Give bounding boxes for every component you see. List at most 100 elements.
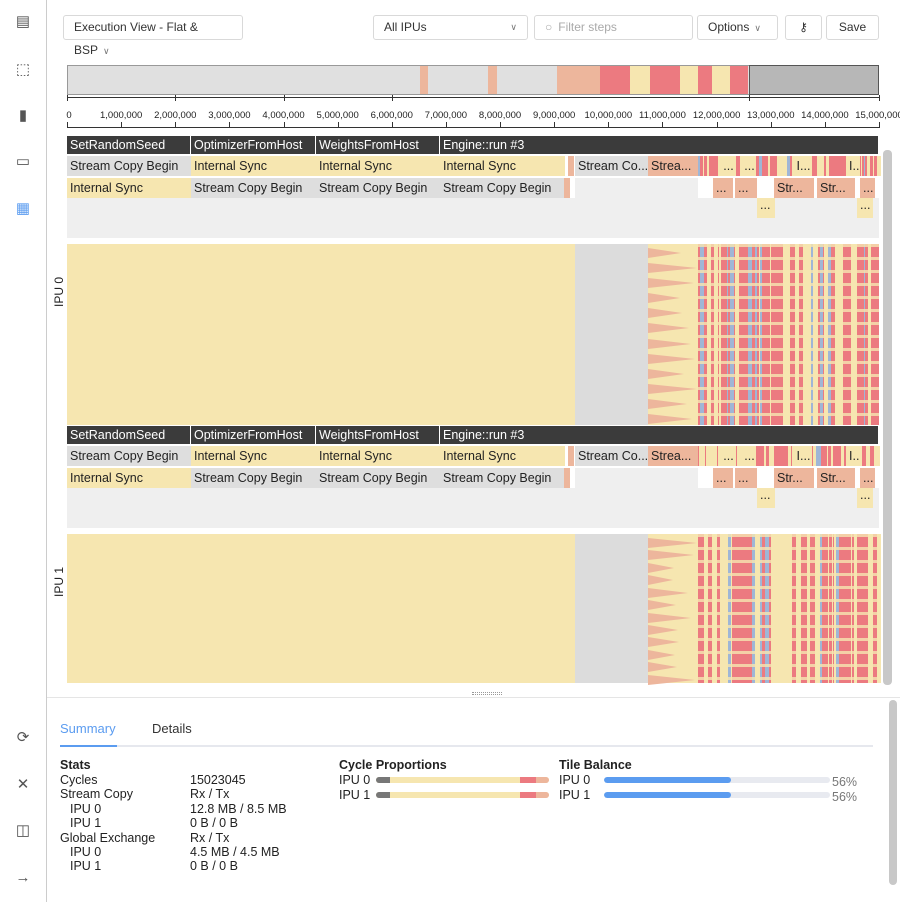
step-cell[interactable]: Stream Copy Begin [316, 178, 440, 198]
tab-summary[interactable]: Summary [60, 721, 116, 736]
step-cell[interactable]: I... [846, 446, 860, 466]
bar-chart-icon[interactable]: ▮ [14, 107, 32, 125]
tile-balance-title: Tile Balance [559, 758, 632, 772]
step-cell[interactable]: I... [846, 156, 860, 176]
tile-exchange-triangle [648, 383, 697, 394]
document-icon[interactable]: ▭ [14, 153, 32, 171]
tile-sync-line [698, 586, 879, 589]
view-select[interactable]: Execution View - Flat & BSP ∨ [63, 15, 243, 57]
overview-selection-window[interactable] [749, 65, 879, 95]
save-button[interactable]: Save [826, 15, 879, 40]
chip-icon[interactable]: ⬚ [14, 61, 32, 79]
program-header[interactable]: OptimizerFromHost [191, 136, 316, 154]
cycle-label: IPU 1 [339, 788, 371, 802]
tile-exchange-triangle [648, 278, 694, 289]
step-cell[interactable]: Stream Copy Begin [191, 468, 316, 488]
step-cell[interactable]: ... [713, 468, 733, 488]
step-cell[interactable]: ... [860, 468, 875, 488]
overview-tick [749, 95, 750, 101]
step-cell[interactable]: Stream Copy Begin [67, 156, 191, 176]
step-cell[interactable]: Stream Co... [575, 446, 648, 466]
stat-value: 15023045 [190, 773, 246, 787]
arrow-right-icon[interactable]: → [14, 869, 32, 887]
tile-sync-line [698, 322, 879, 325]
program-header[interactable]: Engine::run #3 [440, 426, 879, 444]
ruler-tick [391, 122, 393, 128]
step-cell[interactable]: Str... [774, 178, 814, 198]
ruler-tick [445, 122, 447, 128]
tab-details[interactable]: Details [152, 721, 192, 736]
overview-minimap[interactable] [67, 65, 879, 95]
step-cell[interactable]: ... [857, 198, 873, 218]
table-grid-icon[interactable]: ▦ [14, 200, 32, 218]
step-cell[interactable]: Stream Copy Begin [67, 446, 191, 466]
step-cell[interactable]: ... [860, 178, 875, 198]
step-cell[interactable]: Str... [774, 468, 814, 488]
overview-segment [680, 66, 698, 94]
step-cell[interactable]: Internal Sync [191, 446, 316, 466]
step-cell[interactable]: Internal Sync [316, 156, 440, 176]
step-cell[interactable]: ... [740, 156, 756, 176]
timeline-scrollbar[interactable] [883, 150, 892, 685]
step-cell[interactable]: ... [735, 468, 757, 488]
step-cell[interactable]: Internal Sync [316, 446, 440, 466]
stat-label: IPU 0 [70, 801, 102, 816]
ruler-tick-label: 5,000,000 [316, 110, 359, 121]
tile-balance-fill [604, 792, 731, 798]
panel-scrollbar[interactable] [889, 700, 897, 885]
program-header[interactable]: Engine::run #3 [440, 136, 879, 154]
overview-axis [67, 97, 879, 98]
stat-label: IPU 1 [70, 816, 102, 831]
step-cell[interactable]: I... [792, 156, 812, 176]
view-select-label: Execution View - Flat & BSP [74, 20, 198, 57]
report-icon[interactable]: ▤ [14, 13, 32, 31]
step-cell[interactable]: Internal Sync [191, 156, 316, 176]
step-cell[interactable]: Internal Sync [67, 178, 191, 198]
step-cell[interactable]: ... [857, 488, 873, 508]
step-cell[interactable]: ... [713, 178, 733, 198]
stat-label: Global Exchange [60, 830, 156, 845]
options-button[interactable]: Options ∨ [697, 15, 778, 40]
step-cell[interactable]: ... [757, 488, 775, 508]
refresh-icon[interactable]: ⟳ [14, 729, 32, 747]
step-cell[interactable]: Stream Copy Begin [316, 468, 440, 488]
stats-title: Stats [60, 758, 91, 772]
step-cell[interactable]: ... [735, 178, 757, 198]
close-icon[interactable]: ✕ [14, 776, 32, 794]
step-cell[interactable]: ... [718, 156, 736, 176]
tile-sync-line [698, 309, 879, 312]
resize-handle[interactable] [472, 692, 502, 695]
step-cell[interactable]: Strea... [648, 156, 698, 176]
program-header[interactable]: OptimizerFromHost [191, 426, 316, 444]
tile-exchange-triangle [648, 368, 684, 379]
step-cell[interactable]: ... [757, 198, 775, 218]
filter-steps-input[interactable]: ○ Filter steps [534, 15, 693, 40]
step-cell[interactable]: I... [792, 446, 812, 466]
program-header[interactable]: WeightsFromHost [316, 426, 440, 444]
step-cell[interactable]: Stream Co... [575, 156, 648, 176]
step-cell[interactable]: Internal Sync [440, 156, 565, 176]
step-cell[interactable]: Internal Sync [440, 446, 565, 466]
step-cell[interactable]: ... [740, 446, 756, 466]
tile-exchange-triangle [648, 263, 697, 274]
step-cell[interactable]: Str... [817, 468, 855, 488]
step-cell[interactable]: Stream Copy Begin [440, 178, 565, 198]
step-cell[interactable]: Internal Sync [67, 468, 191, 488]
key-icon: ⚷ [799, 20, 808, 34]
step-cell[interactable]: Stream Copy Begin [440, 468, 565, 488]
book-icon[interactable]: ◫ [14, 822, 32, 840]
overview-tick [879, 95, 880, 101]
program-header[interactable]: SetRandomSeed [67, 426, 191, 444]
stat-value: 12.8 MB / 8.5 MB [190, 801, 287, 816]
chevron-down-icon: ∨ [510, 22, 517, 32]
stat-label: Stream Copy [60, 787, 133, 802]
program-header[interactable]: SetRandomSeed [67, 136, 191, 154]
key-button[interactable]: ⚷ [785, 15, 822, 40]
ipu-select[interactable]: All IPUs ∨ [373, 15, 528, 40]
active-tab-indicator [60, 745, 117, 747]
step-cell[interactable]: Str... [817, 178, 855, 198]
program-header[interactable]: WeightsFromHost [316, 136, 440, 154]
step-cell[interactable]: ... [718, 446, 736, 466]
step-cell[interactable]: Strea... [648, 446, 698, 466]
step-cell[interactable]: Stream Copy Begin [191, 178, 316, 198]
